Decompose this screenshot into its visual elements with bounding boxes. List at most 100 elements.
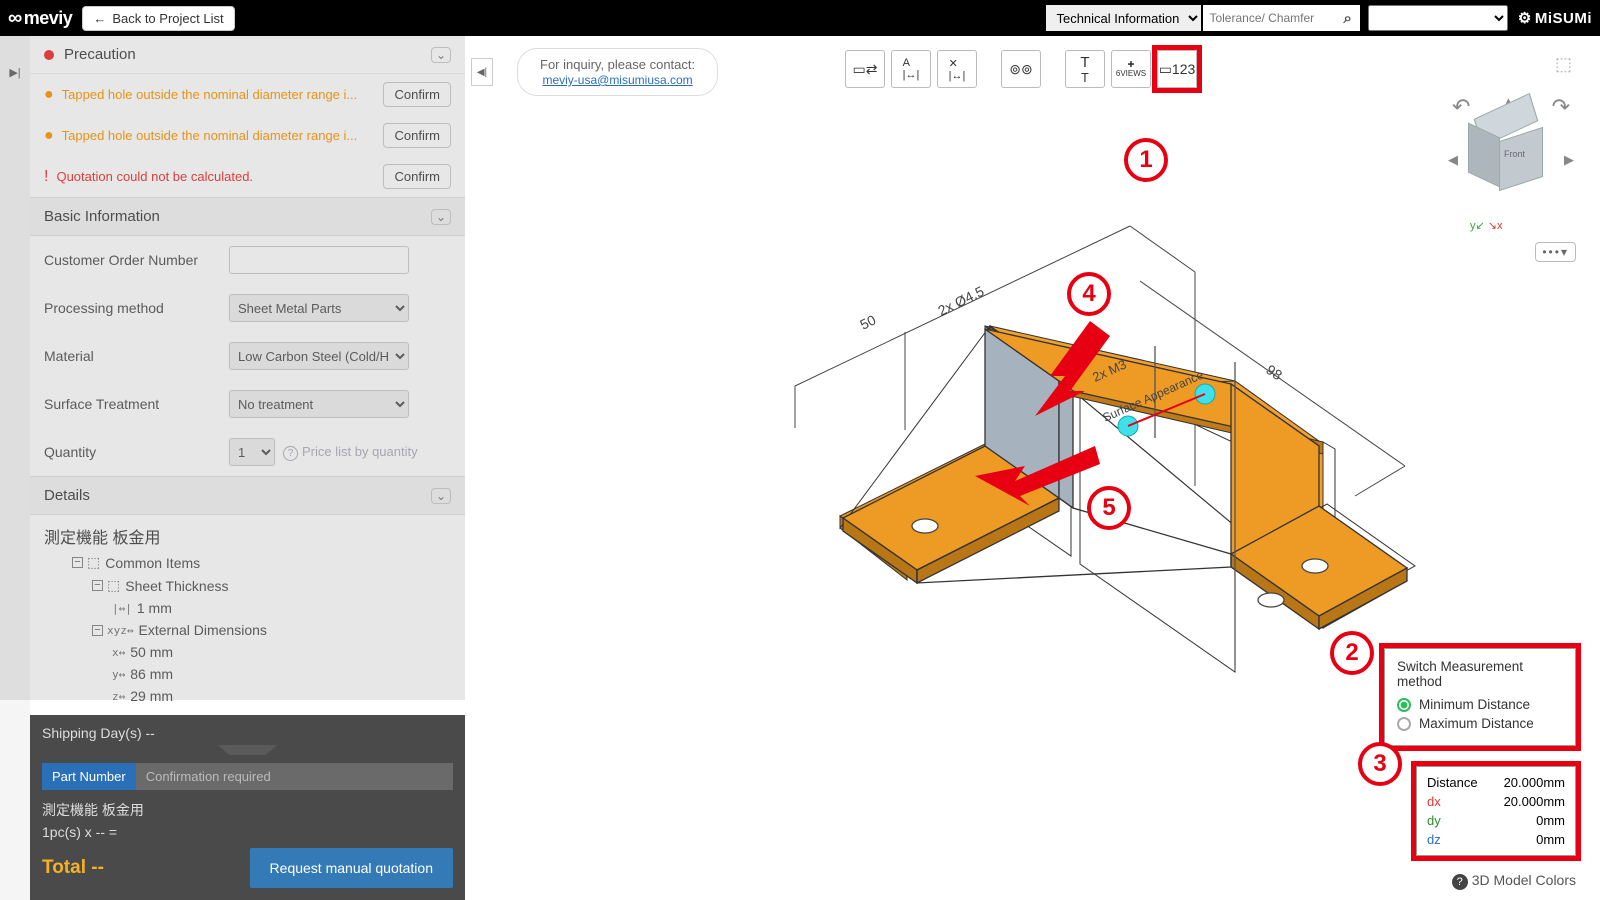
panel-collapse-left[interactable]: ▶| <box>0 36 30 900</box>
tool-select-icon[interactable]: ▭⇄ <box>845 50 885 88</box>
precaution-header[interactable]: Precaution ⌄ <box>30 36 465 74</box>
warn-bullet-icon: ● <box>44 128 54 144</box>
collapse-icon[interactable]: − <box>72 557 83 568</box>
confirm-button[interactable]: Confirm <box>383 123 451 148</box>
alert-text[interactable]: Quotation could not be calculated. <box>56 169 383 184</box>
tool-clear-dim-icon[interactable]: ✕|↔| <box>937 50 977 88</box>
alert-dot-icon <box>44 50 54 60</box>
toolbar: ▭⇄ A|↔| ✕|↔| ⊚⊚ TT ✚6VIEWS ▭123 <box>845 50 1197 88</box>
alert-text[interactable]: Tapped hole outside the nominal diameter… <box>62 128 384 143</box>
user-dropdown[interactable] <box>1368 5 1508 31</box>
search-wrap: ⌕ <box>1203 5 1359 31</box>
rotate-left-icon[interactable]: ↶ <box>1452 94 1470 120</box>
inquiry-box: For inquiry, please contact: meviy-usa@m… <box>517 48 718 96</box>
footer-qty-line: 1pc(s) x -- = <box>30 822 465 842</box>
chevron-down-icon[interactable]: ⌄ <box>431 47 451 63</box>
help-icon: ? <box>1452 874 1468 890</box>
callout-5: 5 <box>1087 486 1131 530</box>
details-title: Details <box>44 487 90 504</box>
panel-collapse-right[interactable]: ◀| <box>471 58 493 86</box>
dim-icon: |↔| <box>112 602 132 615</box>
y-dim-icon: y↔ <box>112 668 125 681</box>
order-number-label: Customer Order Number <box>44 252 229 268</box>
details-header[interactable]: Details ⌄ <box>30 476 465 515</box>
callout-2: 2 <box>1330 631 1374 675</box>
material-select[interactable]: Low Carbon Steel (Cold/Ho… <box>229 342 409 370</box>
processing-label: Processing method <box>44 300 229 316</box>
chevron-down-icon[interactable]: ⌄ <box>431 209 451 225</box>
misumi-logo: ⚙MiSUMi <box>1518 9 1592 27</box>
radio-off-icon <box>1397 717 1411 731</box>
dz-value: 0mm <box>1536 832 1565 847</box>
surface-select[interactable]: No treatment <box>229 390 409 418</box>
back-to-projects-button[interactable]: Back to Project List <box>82 6 234 31</box>
expand-handle[interactable] <box>218 745 278 755</box>
callout-4: 4 <box>1067 272 1111 316</box>
basic-info-title: Basic Information <box>44 208 160 225</box>
distance-value: 20.000mm <box>1504 775 1565 790</box>
topbar: ∞meviy Back to Project List Technical In… <box>0 0 1600 36</box>
part-number-label: Part Number <box>42 763 136 790</box>
svg-text:50: 50 <box>857 311 878 332</box>
tree-ext[interactable]: −xyz↔External Dimensions <box>44 619 451 641</box>
help-icon: ? <box>283 446 298 461</box>
technical-info-dropdown[interactable]: Technical Information <box>1046 5 1201 31</box>
part-number-value[interactable]: Confirmation required <box>136 763 453 790</box>
collapse-icon[interactable]: − <box>92 625 103 636</box>
svg-text:2x Ø4.5: 2x Ø4.5 <box>935 283 986 319</box>
nav-menu-icon[interactable]: •••▾ <box>1535 242 1576 262</box>
nav-cube[interactable]: ⬚ ↶ ↷ ▲ ◀ ▶ Front y↙ ↘x •••▾ <box>1446 54 1576 234</box>
processing-row: Processing method Sheet Metal Parts <box>30 284 465 332</box>
footer: Shipping Day(s) -- Part Number Confirmat… <box>30 715 465 900</box>
shipping-days: Shipping Day(s) -- <box>30 715 465 745</box>
processing-select[interactable]: Sheet Metal Parts <box>229 294 409 322</box>
tool-measure-icon[interactable]: ▭123 <box>1157 50 1197 88</box>
search-icon[interactable]: ⌕ <box>1343 10 1351 27</box>
warn-bullet-icon: ● <box>44 87 54 103</box>
quantity-select[interactable]: 1 <box>229 438 275 466</box>
order-number-input[interactable] <box>229 246 409 274</box>
inquiry-email[interactable]: meviy-usa@misumiusa.com <box>542 73 692 87</box>
nav-right-icon[interactable]: ▶ <box>1564 152 1574 168</box>
precaution-title: Precaution <box>64 46 136 63</box>
material-label: Material <box>44 348 229 364</box>
tree-z: z↔29 mm <box>44 685 451 707</box>
details-tree: 測定機能 板金用 −⬚Common Items −⬚Sheet Thicknes… <box>30 515 465 713</box>
cube-icon: ⬚ <box>107 577 120 594</box>
quantity-row: Quantity 1 ?Price list by quantity <box>30 428 465 476</box>
confirm-button[interactable]: Confirm <box>383 164 451 189</box>
tool-hole-icon[interactable]: ⊚⊚ <box>1001 50 1041 88</box>
search-input[interactable] <box>1203 6 1343 30</box>
alert-text[interactable]: Tapped hole outside the nominal diameter… <box>62 87 384 102</box>
measurement-switch-panel: Switch Measurement method Minimum Distan… <box>1384 648 1576 746</box>
material-row: Material Low Carbon Steel (Cold/Ho… <box>30 332 465 380</box>
confirm-button[interactable]: Confirm <box>383 82 451 107</box>
tree-x: x↔50 mm <box>44 641 451 663</box>
manual-quotation-button[interactable]: Request manual quotation <box>250 848 453 888</box>
dz-label: dz <box>1427 832 1441 847</box>
tree-thickness[interactable]: −⬚Sheet Thickness <box>44 574 451 597</box>
nav-cube-box[interactable]: Front <box>1472 110 1550 188</box>
arrow-4 <box>1015 306 1115 426</box>
basic-info-header[interactable]: Basic Information ⌄ <box>30 197 465 236</box>
chevron-down-icon[interactable]: ⌄ <box>431 488 451 504</box>
tool-text-icon[interactable]: TT <box>1065 50 1105 88</box>
tool-6views-icon[interactable]: ✚6VIEWS <box>1111 50 1151 88</box>
collapse-icon[interactable]: − <box>92 580 103 591</box>
max-distance-option[interactable]: Maximum Distance <box>1397 716 1563 731</box>
price-list-link[interactable]: ?Price list by quantity <box>283 444 418 461</box>
alert-row: ● Tapped hole outside the nominal diamet… <box>30 115 465 156</box>
tool-angle-dim-icon[interactable]: A|↔| <box>891 50 931 88</box>
min-distance-option[interactable]: Minimum Distance <box>1397 697 1563 712</box>
tree-common[interactable]: −⬚Common Items <box>44 551 451 574</box>
dy-value: 0mm <box>1536 813 1565 828</box>
alert-row: ! Quotation could not be calculated. Con… <box>30 156 465 197</box>
callout-3: 3 <box>1358 742 1402 786</box>
arrow-5 <box>965 416 1105 506</box>
iso-cube-icon[interactable]: ⬚ <box>1555 54 1572 75</box>
rotate-right-icon[interactable]: ↷ <box>1552 94 1570 120</box>
nav-left-icon[interactable]: ◀ <box>1448 152 1458 168</box>
radio-on-icon <box>1397 698 1411 712</box>
model-colors-link[interactable]: ?3D Model Colors <box>1452 872 1576 890</box>
measurement-result-panel: Distance20.000mm dx20.000mm dy0mm dz0mm <box>1416 766 1576 856</box>
